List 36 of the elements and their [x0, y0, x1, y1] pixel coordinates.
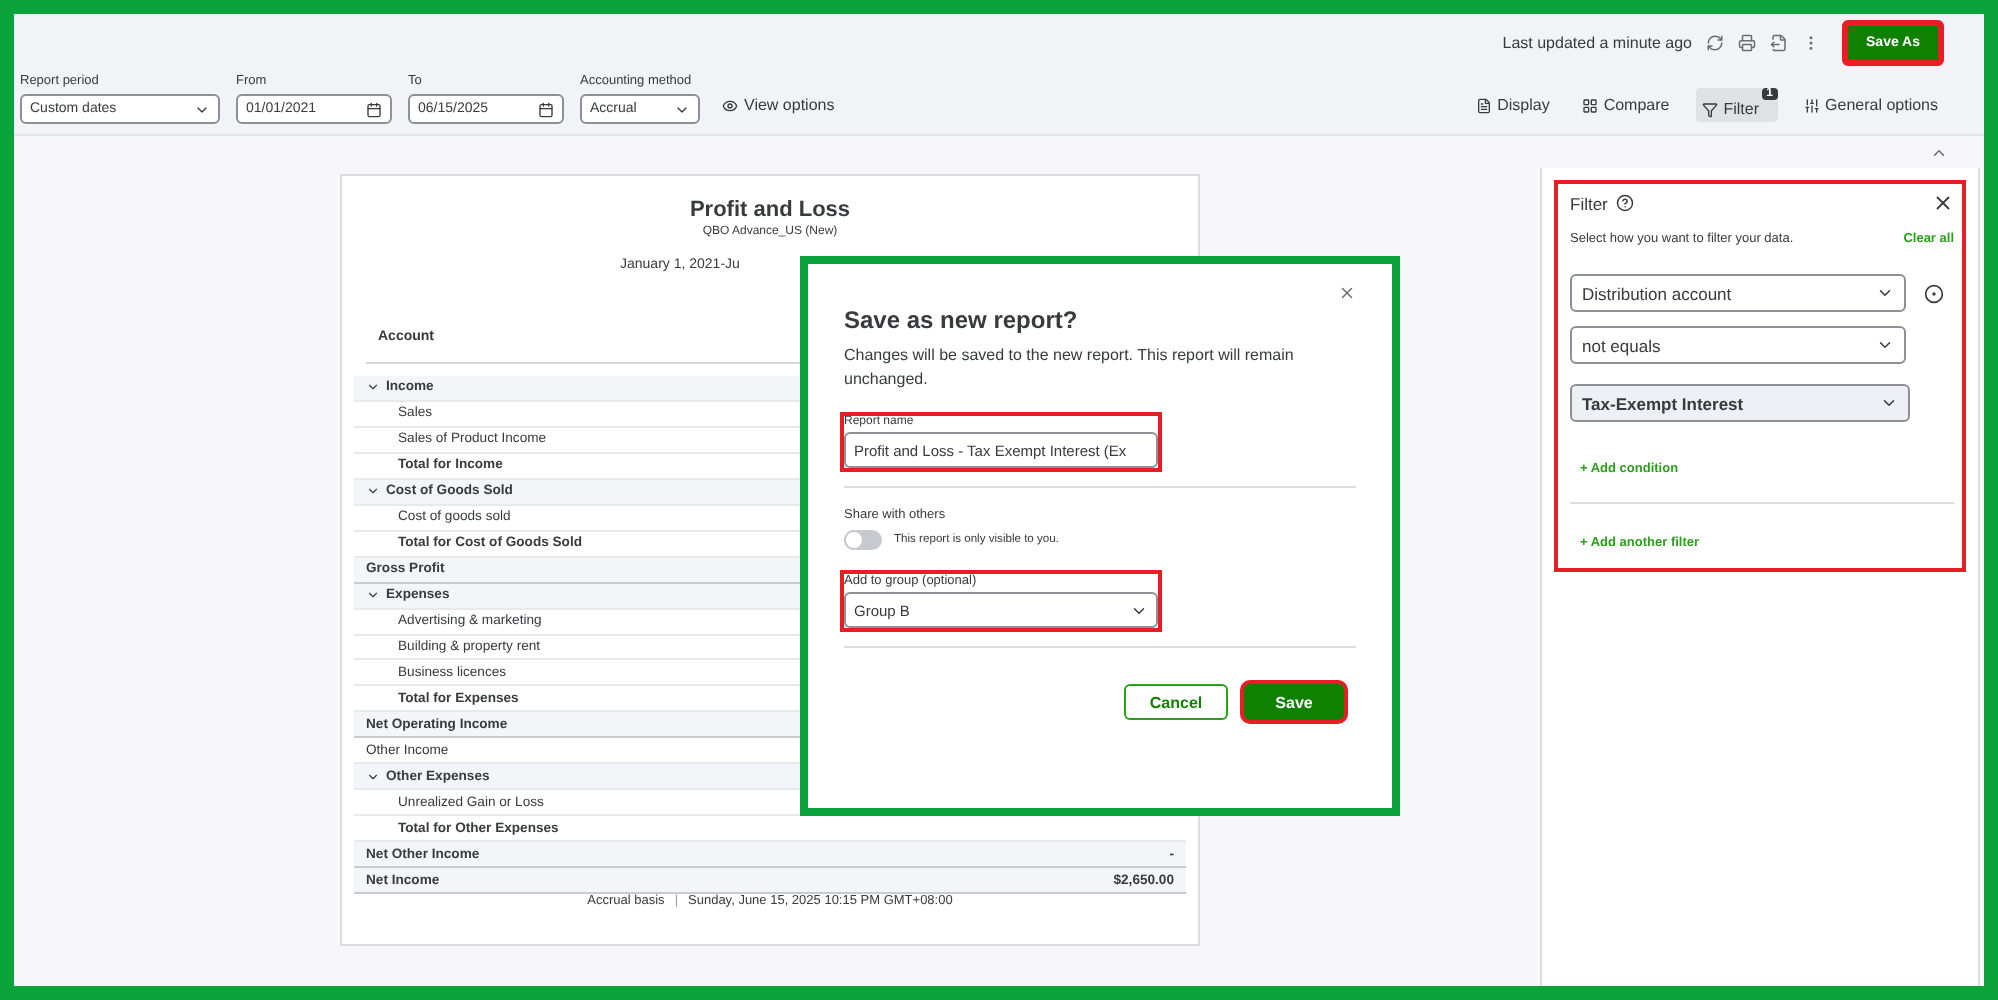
help-icon[interactable] — [1615, 194, 1634, 212]
last-updated-text: Last updated a minute ago — [1502, 33, 1693, 51]
circle-dot-icon[interactable] — [1924, 283, 1944, 303]
chevron-down-icon — [1876, 336, 1894, 354]
toolbar-tab[interactable]: Compare — [1575, 92, 1676, 118]
close-icon[interactable] — [1338, 284, 1356, 302]
filter-title: Filter — [1570, 193, 1608, 213]
report-title: Profit and Loss — [689, 198, 851, 222]
eye-icon — [722, 97, 738, 113]
dialog-title: Save as new report? — [844, 306, 1080, 334]
calendar-icon — [538, 101, 554, 117]
refresh-icon[interactable] — [1706, 33, 1725, 51]
funnel-icon — [1701, 101, 1718, 117]
chevron-down-icon[interactable] — [366, 769, 380, 784]
share-toggle[interactable] — [844, 530, 882, 550]
chevron-down-icon[interactable] — [366, 484, 380, 499]
filter-dropdown[interactable]: not equals — [1570, 326, 1906, 364]
view-options-button[interactable]: View options — [716, 92, 841, 118]
toolbar-tab[interactable]: General options — [1797, 92, 1944, 118]
document-icon — [1475, 97, 1492, 113]
export-icon[interactable] — [1770, 33, 1789, 51]
chevron-down-icon — [1876, 284, 1894, 302]
save-button[interactable]: Save — [1244, 684, 1344, 720]
sliders-icon — [1803, 97, 1820, 113]
filter-dropdown[interactable]: Distribution account — [1570, 274, 1906, 312]
dialog-message: Changes will be saved to the new report. This report will remain unchanged. — [844, 344, 1296, 392]
toolbar-tab[interactable]: Display — [1469, 92, 1556, 118]
calendar-icon — [366, 101, 382, 117]
print-icon[interactable] — [1738, 33, 1757, 51]
close-icon[interactable] — [1932, 192, 1954, 214]
chevron-down-icon[interactable] — [366, 588, 380, 603]
chevron-down-icon[interactable] — [366, 380, 380, 395]
filter-dropdown[interactable]: Tax-Exempt Interest — [1570, 384, 1910, 422]
cancel-button[interactable]: Cancel — [1124, 684, 1228, 720]
grid-icon — [1581, 97, 1598, 113]
chevron-down-icon — [1880, 394, 1898, 412]
